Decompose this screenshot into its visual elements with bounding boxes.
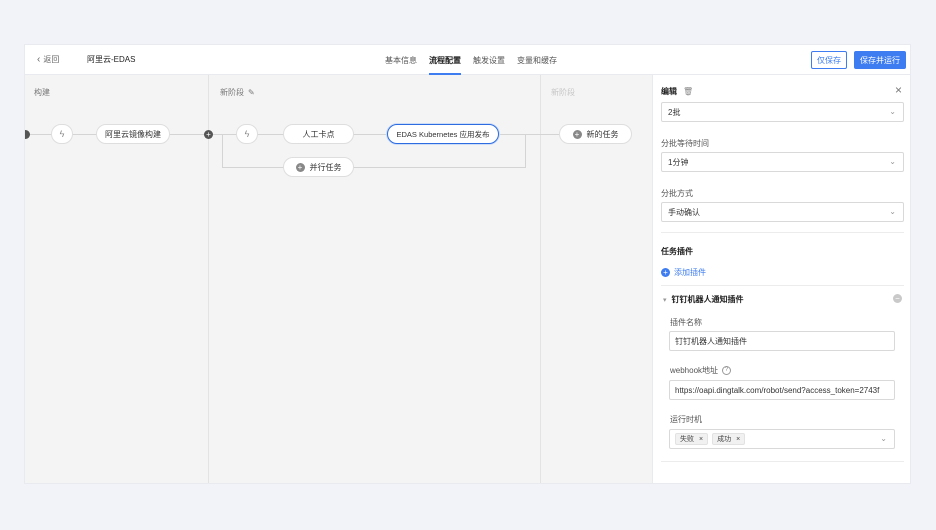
- close-icon[interactable]: ×: [895, 83, 902, 97]
- tab-bar: 基本信息 流程配置 触发设置 变量和缓存: [385, 45, 557, 75]
- tag-label: 成功: [717, 436, 732, 443]
- tag-success: 成功 ×: [712, 433, 746, 445]
- batch-wait-value: 1分钟: [668, 157, 689, 167]
- caret-down-icon: ▾: [663, 296, 667, 304]
- plugin-name-label: 插件名称: [670, 318, 702, 327]
- top-bar: ‹ 返回 阿里云-EDAS 基本信息 流程配置 触发设置 变量和缓存 仅保存 保…: [25, 45, 910, 75]
- back-label: 返回: [43, 55, 60, 64]
- chevron-left-icon: ‹: [37, 53, 41, 65]
- plugin-header[interactable]: ▾ 钉钉机器人通知插件: [663, 294, 744, 305]
- pipeline-canvas: 构建 新阶段 ✎ 新阶段 ϟ 阿里云镜像构建 + ϟ 人工卡点 EDAS Kub…: [25, 75, 652, 483]
- chevron-down-icon: ⌄: [889, 207, 896, 216]
- save-button[interactable]: 仅保存: [811, 51, 847, 69]
- task-node-image-build[interactable]: 阿里云镜像构建: [96, 124, 170, 144]
- batch-wait-select[interactable]: 1分钟 ⌄: [661, 152, 904, 172]
- stage-title-label: 新阶段: [220, 88, 244, 97]
- close-icon[interactable]: ×: [736, 436, 740, 443]
- panel-header: 编辑 🗑: [661, 86, 693, 97]
- edit-panel: 编辑 🗑 × 2批 ⌄ 分批等待时间 1分钟 ⌄ 分批方式 手动确认 ⌄ 任务插…: [652, 75, 910, 483]
- add-plugin-button[interactable]: + 添加插件: [661, 267, 706, 278]
- pencil-icon[interactable]: ✎: [248, 88, 255, 97]
- plus-circle-icon: +: [661, 268, 670, 277]
- webhook-input[interactable]: https://oapi.dingtalk.com/robot/send?acc…: [669, 380, 895, 400]
- parallel-line-right: [525, 134, 526, 167]
- webhook-label-text: webhook地址: [670, 366, 719, 375]
- remove-plugin-icon[interactable]: −: [893, 294, 902, 303]
- trigger-icon[interactable]: ϟ: [236, 124, 258, 144]
- divider: [661, 461, 904, 462]
- chevron-down-icon: ⌄: [889, 107, 896, 116]
- timing-select[interactable]: 失败 × 成功 × ⌄: [669, 429, 895, 449]
- add-stage-icon[interactable]: +: [204, 130, 213, 139]
- divider: [661, 232, 904, 233]
- back-button[interactable]: ‹ 返回: [37, 54, 59, 65]
- plus-icon: +: [572, 129, 582, 139]
- plus-icon: +: [295, 162, 305, 172]
- webhook-label: webhook地址 ?: [670, 365, 732, 376]
- batch-count-value: 2批: [668, 107, 681, 117]
- stage-title: 新阶段: [551, 88, 575, 97]
- tag-label: 失败: [680, 436, 694, 443]
- flow-line: [25, 134, 415, 135]
- task-node-edas-deploy[interactable]: EDAS Kubernetes 应用发布: [387, 124, 499, 144]
- tag-failure: 失败 ×: [675, 433, 709, 445]
- stage-title: 构建: [34, 88, 50, 97]
- batch-mode-value: 手动确认: [668, 207, 700, 217]
- flow-line: [499, 134, 559, 135]
- chevron-down-icon: ⌄: [880, 434, 887, 443]
- tab-trigger-settings[interactable]: 触发设置: [473, 45, 505, 75]
- stage-title[interactable]: 新阶段 ✎: [220, 87, 255, 98]
- pipeline-title: 阿里云-EDAS: [87, 55, 136, 64]
- close-icon[interactable]: ×: [699, 436, 703, 443]
- trigger-icon[interactable]: ϟ: [51, 124, 73, 144]
- parallel-task-label: 并行任务: [309, 162, 342, 172]
- divider: [661, 285, 904, 286]
- timing-label: 运行时机: [670, 415, 702, 424]
- plugins-title: 任务插件: [661, 247, 693, 256]
- add-plugin-label: 添加插件: [674, 268, 706, 277]
- batch-wait-label: 分批等待时间: [661, 139, 709, 148]
- new-task-label: 新的任务: [586, 129, 619, 139]
- plugin-name-input[interactable]: 钉钉机器人通知插件: [669, 331, 895, 351]
- task-node-manual-check[interactable]: 人工卡点: [283, 124, 354, 144]
- pipeline-editor: ‹ 返回 阿里云-EDAS 基本信息 流程配置 触发设置 变量和缓存 仅保存 保…: [24, 44, 911, 484]
- trash-icon[interactable]: 🗑: [683, 87, 693, 96]
- batch-mode-select[interactable]: 手动确认 ⌄: [661, 202, 904, 222]
- parallel-task-button[interactable]: + 并行任务: [283, 157, 354, 177]
- parallel-line-bottom: [222, 167, 526, 168]
- batch-mode-label: 分批方式: [661, 189, 693, 198]
- batch-count-select[interactable]: 2批 ⌄: [661, 102, 904, 122]
- tab-variables-cache[interactable]: 变量和缓存: [517, 45, 557, 75]
- chevron-down-icon: ⌄: [889, 157, 896, 166]
- plugin-title: 钉钉机器人通知插件: [671, 295, 744, 304]
- save-and-run-button[interactable]: 保存并运行: [854, 51, 906, 69]
- new-task-button[interactable]: + 新的任务: [559, 124, 632, 144]
- parallel-line-left: [222, 134, 223, 167]
- help-icon[interactable]: ?: [722, 366, 732, 375]
- panel-title: 编辑: [661, 87, 677, 96]
- tab-flow-config[interactable]: 流程配置: [429, 45, 461, 75]
- tab-basic-info[interactable]: 基本信息: [385, 45, 417, 75]
